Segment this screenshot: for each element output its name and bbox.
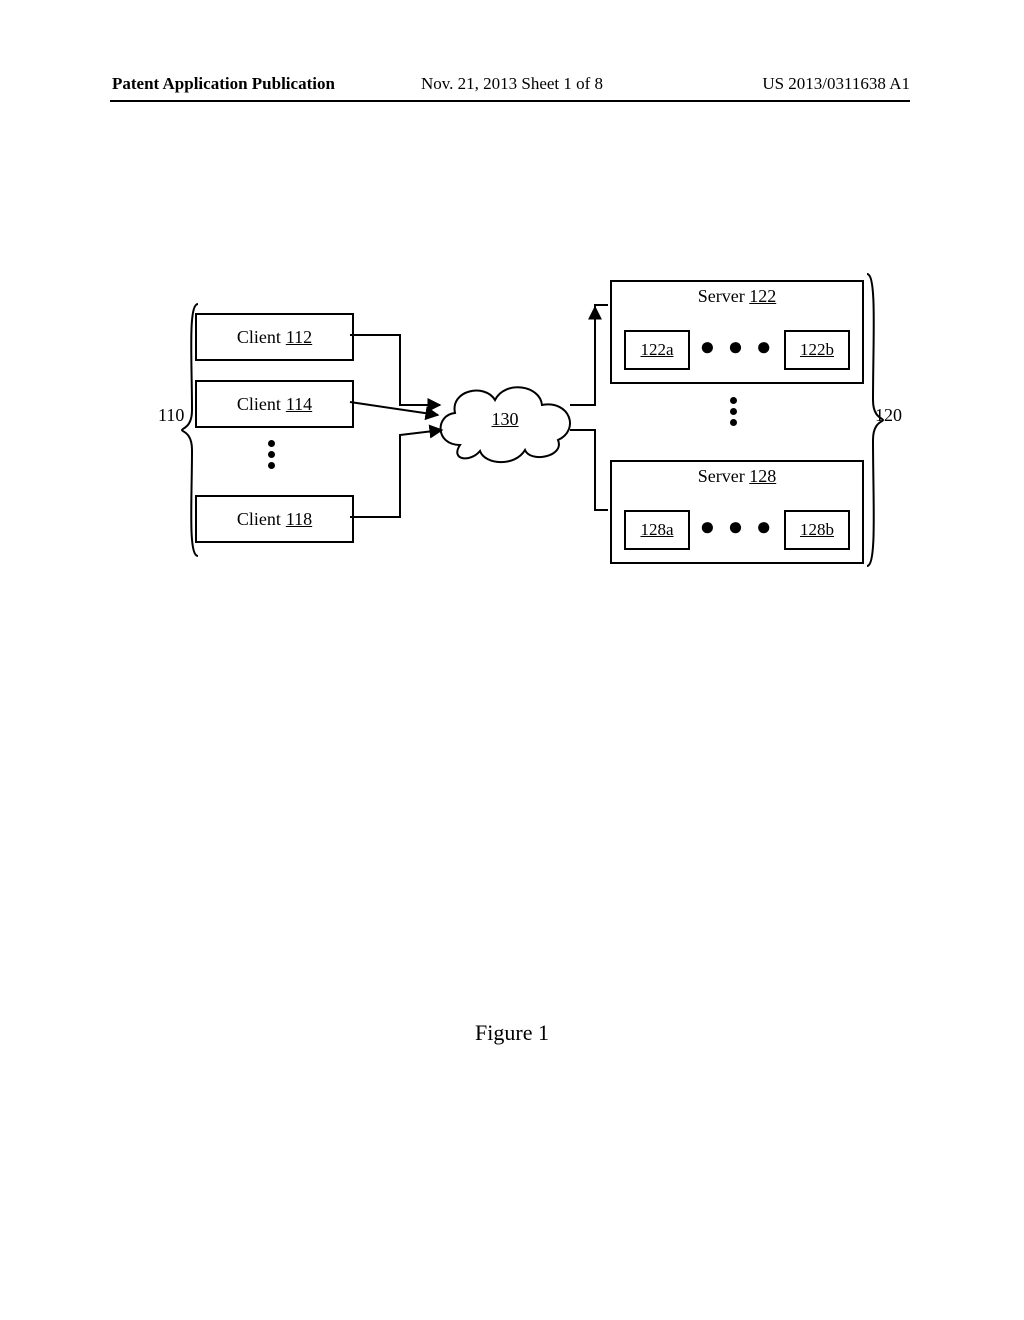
client-label: Client <box>237 327 281 348</box>
group-clients-ref: 110 <box>158 405 184 426</box>
page: Patent Application Publication Nov. 21, … <box>0 0 1024 1320</box>
figure-caption: Figure 1 <box>0 1020 1024 1046</box>
figure-1-diagram: 110 Client 112 Client 114 Client 118 130 <box>150 265 870 585</box>
ellipsis-vertical-icon <box>268 440 275 469</box>
client-ref: 118 <box>286 509 312 530</box>
client-box-118: Client 118 <box>195 495 354 543</box>
cloud-ref: 130 <box>430 409 580 430</box>
network-cloud: 130 <box>430 375 580 465</box>
client-ref: 114 <box>286 394 312 415</box>
server-box-128: Server 128 128a ● ● ● 128b <box>610 460 864 564</box>
client-label: Client <box>237 509 281 530</box>
server-sub-128b: 128b <box>784 510 850 550</box>
ellipsis-vertical-icon <box>730 397 737 426</box>
header-center: Nov. 21, 2013 Sheet 1 of 8 <box>421 74 603 94</box>
server-sub-122b: 122b <box>784 330 850 370</box>
header-right: US 2013/0311638 A1 <box>762 74 910 94</box>
header-divider <box>110 100 910 102</box>
server-title: Server 128 <box>612 466 862 487</box>
client-box-112: Client 112 <box>195 313 354 361</box>
server-box-122: Server 122 122a ● ● ● 122b <box>610 280 864 384</box>
client-ref: 112 <box>286 327 312 348</box>
client-label: Client <box>237 394 281 415</box>
group-servers-ref: 120 <box>875 405 902 426</box>
server-title: Server 122 <box>612 286 862 307</box>
client-box-114: Client 114 <box>195 380 354 428</box>
header-left: Patent Application Publication <box>112 74 335 94</box>
